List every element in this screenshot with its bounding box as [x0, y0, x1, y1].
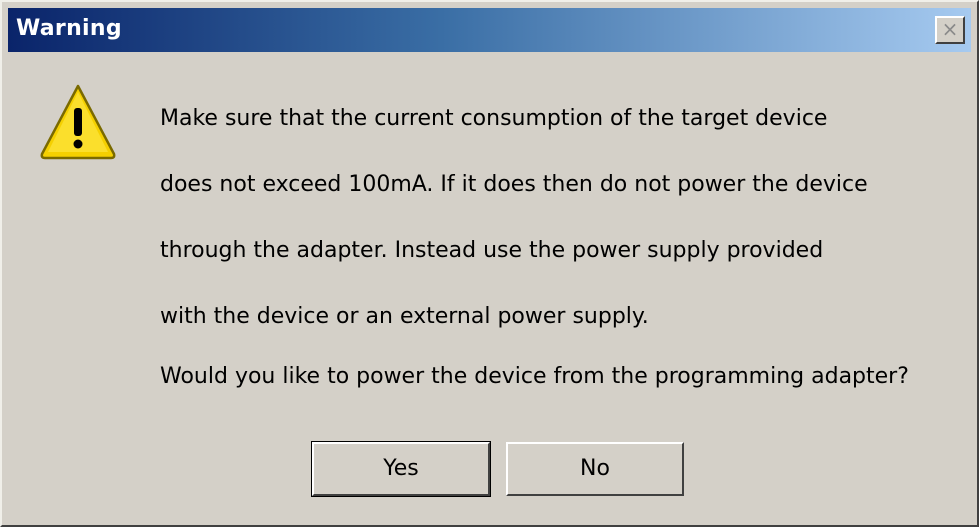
message-text: Make sure that the current consumption o… [160, 86, 960, 350]
close-icon: × [941, 17, 959, 41]
message-line: with the device or an external power sup… [160, 304, 649, 329]
window-title: Warning [16, 16, 122, 41]
warning-dialog: Warning × Make sure that the current con… [0, 0, 979, 527]
close-button[interactable]: × [935, 16, 965, 44]
message-line: does not exceed 100mA. If it does then d… [160, 172, 868, 197]
no-button[interactable]: No [506, 442, 684, 496]
warning-icon [40, 84, 116, 160]
question-text: Would you like to power the device from … [160, 364, 909, 389]
title-bar[interactable]: Warning × [8, 8, 971, 52]
message-line: Make sure that the current consumption o… [160, 106, 828, 131]
message-line: through the adapter. Instead use the pow… [160, 238, 824, 263]
yes-button[interactable]: Yes [311, 441, 491, 497]
